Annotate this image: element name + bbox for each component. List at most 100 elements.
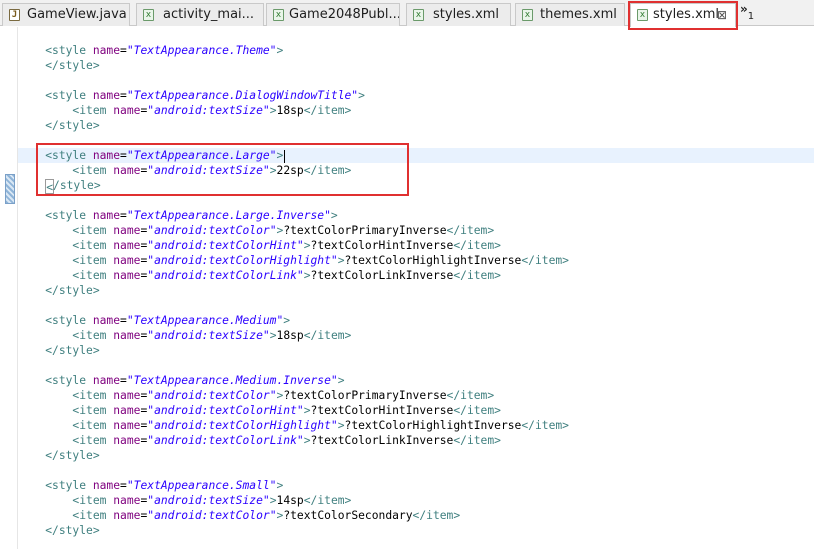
xml-closing-tag: </item> (453, 404, 501, 417)
code-line-style-close[interactable]: </style> (18, 448, 814, 463)
xml-attribute-value: "TextAppearance.Large.Inverse" (126, 209, 331, 222)
tab-styles-xml-active[interactable]: x styles.xml ⊠ (630, 3, 736, 27)
xml-attribute-value: "TextAppearance.Small" (126, 479, 277, 492)
xml-text-value: 18sp (276, 329, 304, 342)
code-line-style-close[interactable]: </style> (18, 343, 814, 358)
xml-closing-tag: </item> (303, 164, 352, 177)
xml-closing-tag: </style> (45, 119, 100, 132)
code-line-style-open[interactable]: <style name="TextAppearance.Theme"> (18, 43, 814, 58)
xml-closing-tag: </item> (303, 494, 352, 507)
code-line-item[interactable]: <item name="android:textColorLink">?text… (18, 433, 814, 448)
xml-tag-name: <item (72, 164, 114, 177)
xml-equals: = (120, 314, 127, 327)
xml-attribute-name: name (92, 209, 121, 222)
code-line-style-open[interactable]: <style name="TextAppearance.Large"> (18, 148, 814, 163)
xml-equals: = (120, 89, 127, 102)
code-line-style-close[interactable]: </style> (18, 118, 814, 133)
code-line-item[interactable]: <item name="android:textColor">?textColo… (18, 508, 814, 523)
xml-closing-tag: </style> (45, 449, 100, 462)
xml-text-value: ?textColorSecondary (283, 509, 413, 522)
xml-text-value: ?textColorPrimaryInverse (283, 224, 447, 237)
code-line-style-open[interactable]: <style name="TextAppearance.Small"> (18, 478, 814, 493)
xml-tag-end: > (337, 254, 345, 267)
xml-code-editor[interactable]: <style name="TextAppearance.Theme"> </st… (18, 27, 814, 549)
xml-closing-tag: </item> (303, 104, 352, 117)
xml-tag-end: > (337, 374, 345, 387)
code-line-item[interactable]: <item name="android:textColorHighlight">… (18, 253, 814, 268)
tab-gameview-java[interactable]: J GameView.java (2, 3, 130, 26)
xml-tag-end: > (303, 404, 311, 417)
java-file-icon: J (9, 9, 20, 21)
xml-tag-name: <style (45, 209, 93, 222)
code-line-style-close[interactable]: </style> (18, 523, 814, 538)
xml-file-icon: x (522, 9, 533, 21)
xml-attribute-name: name (113, 254, 141, 267)
code-line-item[interactable]: <item name="android:textColorHint">?text… (18, 238, 814, 253)
code-line-style-close[interactable]: </style> (18, 178, 814, 194)
code-line-style-open[interactable]: <style name="TextAppearance.Medium.Inver… (18, 373, 814, 388)
xml-attribute-name: name (113, 509, 141, 522)
tab-game2048-public[interactable]: x Game2048Publ... (266, 3, 400, 26)
xml-tag-name: <item (72, 239, 114, 252)
xml-tag-name: <item (72, 494, 114, 507)
chevron-double-right-icon: » (740, 2, 748, 16)
xml-equals: = (120, 209, 127, 222)
xml-closing-tag: </style> (45, 59, 100, 72)
xml-tag-name: <style (45, 149, 93, 162)
xml-tag-name: <style (45, 44, 93, 57)
tab-activity-main[interactable]: x activity_mai... (136, 3, 264, 26)
xml-attribute-name: name (92, 89, 121, 102)
xml-tag-end: > (276, 149, 284, 162)
xml-file-icon: x (143, 9, 154, 21)
xml-tag-name: <item (72, 269, 114, 282)
code-line-style-close[interactable]: </style> (18, 58, 814, 73)
xml-attribute-value: "android:textSize" (147, 329, 270, 342)
xml-tag-end: > (283, 314, 291, 327)
xml-tag-name: <item (72, 104, 114, 117)
code-line-item[interactable]: <item name="android:textColorHint">?text… (18, 403, 814, 418)
xml-closing-tag: /style> (53, 179, 101, 192)
xml-attribute-value: "android:textColorHighlight" (147, 419, 338, 432)
xml-attribute-value: "TextAppearance.Large" (126, 149, 277, 162)
code-line-style-close[interactable]: </style> (18, 283, 814, 298)
xml-attribute-name: name (113, 104, 141, 117)
xml-attribute-value: "android:textColor" (147, 509, 277, 522)
xml-attribute-value: "android:textSize" (147, 494, 270, 507)
code-line-style-open[interactable]: <style name="TextAppearance.DialogWindow… (18, 88, 814, 103)
code-line-style-open[interactable]: <style name="TextAppearance.Medium"> (18, 313, 814, 328)
xml-attribute-value: "android:textSize" (147, 164, 270, 177)
tab-themes-xml[interactable]: x themes.xml (515, 3, 625, 26)
code-line-item[interactable]: <item name="android:textSize">22sp</item… (18, 163, 814, 178)
xml-closing-tag: </item> (446, 389, 495, 402)
xml-closing-tag: </style> (45, 284, 100, 297)
code-line-item[interactable]: <item name="android:textSize">18sp</item… (18, 103, 814, 118)
xml-file-icon: x (273, 9, 284, 21)
xml-text-value: ?textColorHighlightInverse (344, 419, 522, 432)
xml-tag-name: <style (45, 314, 93, 327)
tab-overflow-button[interactable]: »1 (740, 2, 754, 22)
xml-file-icon: x (413, 9, 424, 21)
xml-attribute-value: "android:textColor" (147, 224, 277, 237)
xml-attribute-name: name (92, 374, 121, 387)
tab-label: styles.xml (433, 7, 500, 22)
xml-attribute-value: "android:textColor" (147, 389, 277, 402)
xml-closing-tag: </item> (521, 419, 569, 432)
code-line-item[interactable]: <item name="android:textColorLink">?text… (18, 268, 814, 283)
xml-tag-end: > (358, 89, 365, 102)
xml-closing-tag: </item> (303, 329, 352, 342)
xml-tag-name: <item (72, 254, 114, 267)
code-line-item[interactable]: <item name="android:textColor">?textColo… (18, 223, 814, 238)
xml-attribute-name: name (92, 314, 121, 327)
code-line-item[interactable]: <item name="android:textColorHighlight">… (18, 418, 814, 433)
xml-attribute-name: name (113, 164, 141, 177)
code-line-item[interactable]: <item name="android:textSize">18sp</item… (18, 328, 814, 343)
xml-tag-end: > (269, 329, 277, 342)
change-marker-icon (5, 174, 15, 204)
tab-styles-xml[interactable]: x styles.xml (406, 3, 511, 26)
code-line-style-open[interactable]: <style name="TextAppearance.Large.Invers… (18, 208, 814, 223)
xml-attribute-name: name (92, 149, 121, 162)
code-line-item[interactable]: <item name="android:textColor">?textColo… (18, 388, 814, 403)
code-line-item[interactable]: <item name="android:textSize">14sp</item… (18, 493, 814, 508)
close-tab-icon[interactable]: ⊠ (717, 4, 727, 26)
xml-text-value: 22sp (276, 164, 304, 177)
